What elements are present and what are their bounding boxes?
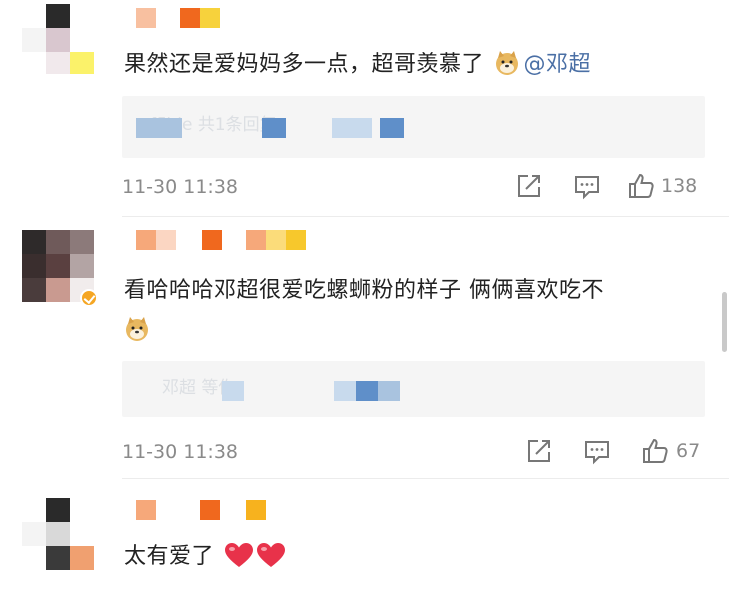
like-count: 138 [661, 175, 698, 197]
like-button[interactable] [627, 172, 655, 200]
comment-item: 果然还是爱妈妈多一点，超哥羡慕了 @邓超 fflble 共1条回复 11-30 … [0, 0, 729, 218]
timestamp: 11-30 11:38 [122, 441, 239, 463]
comment-body: 太有爱了 [124, 544, 215, 569]
comment-actions: 67 [525, 437, 705, 465]
comment-actions: 138 [515, 172, 705, 200]
reply-preview[interactable]: 邓超 等你 [122, 361, 705, 417]
mention-link[interactable]: @邓超 [524, 52, 592, 77]
scrollbar[interactable] [722, 292, 727, 352]
heart-emoji-icon [224, 543, 253, 567]
share-button[interactable] [515, 172, 543, 200]
username-blurred[interactable] [136, 8, 231, 28]
verified-badge-icon [80, 289, 98, 307]
comment-icon [585, 441, 609, 465]
comment-text: 果然还是爱妈妈多一点，超哥羡慕了 @邓超 [124, 50, 591, 80]
comment-button[interactable] [583, 437, 611, 465]
comment-body: 看哈哈哈邓超很爱吃螺蛳粉的样子 俩俩喜欢吃不 [124, 278, 604, 303]
comment-item: 看哈哈哈邓超很爱吃螺蛳粉的样子 俩俩喜欢吃不 邓超 等你 11-30 11:38 [0, 218, 729, 480]
comment-text-line2 [124, 316, 154, 346]
comment-text: 看哈哈哈邓超很爱吃螺蛳粉的样子 俩俩喜欢吃不 [124, 276, 604, 306]
thumbs-up-icon [643, 438, 668, 463]
comment-body: 果然还是爱妈妈多一点，超哥羡慕了 [124, 52, 485, 77]
comment-item: 太有爱了 [0, 480, 729, 589]
reply-preview[interactable]: fflble 共1条回复 [122, 96, 705, 158]
comment-text: 太有爱了 [124, 542, 286, 572]
divider [122, 478, 729, 479]
username-blurred[interactable] [136, 230, 316, 250]
comment-button[interactable] [573, 172, 601, 200]
comment-icon [575, 176, 599, 200]
timestamp: 11-30 11:38 [122, 176, 239, 198]
thumbs-up-icon [629, 173, 654, 198]
divider [122, 216, 729, 217]
like-count: 67 [676, 440, 701, 462]
share-icon [528, 440, 550, 462]
like-button[interactable] [641, 437, 669, 465]
heart-emoji-icon [256, 543, 285, 567]
share-icon [518, 175, 540, 197]
doge-emoji-icon [495, 51, 518, 75]
avatar[interactable] [22, 498, 94, 570]
avatar[interactable] [22, 2, 94, 74]
doge-emoji-icon [126, 317, 148, 341]
username-blurred[interactable] [136, 500, 276, 520]
share-button[interactable] [525, 437, 553, 465]
